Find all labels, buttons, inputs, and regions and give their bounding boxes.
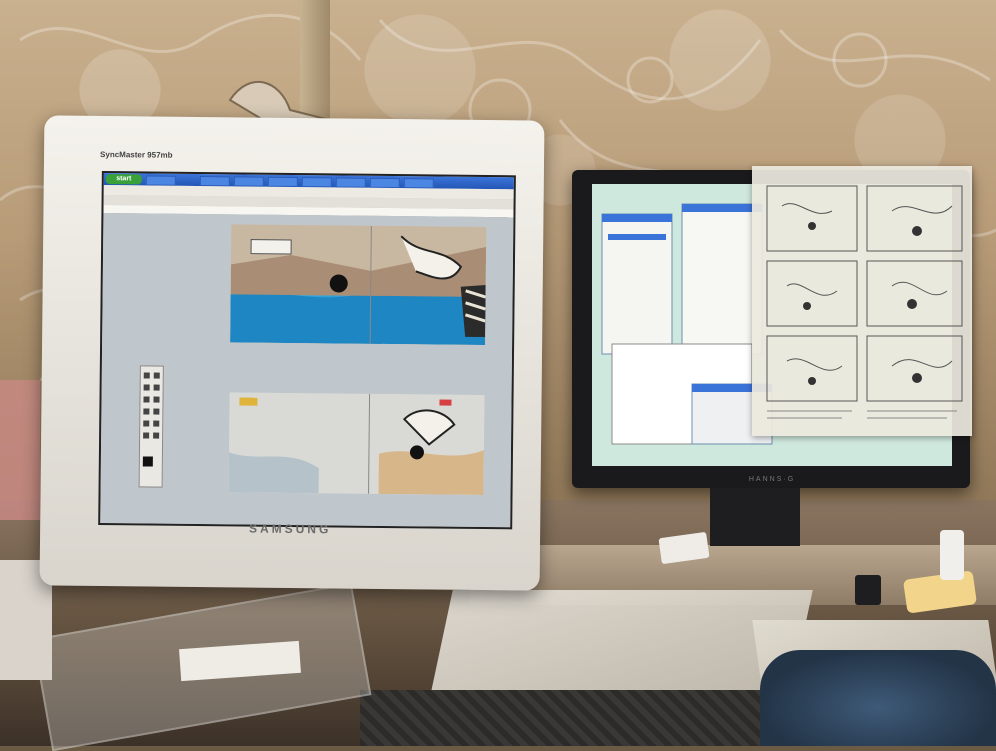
artwork-illustration bbox=[230, 225, 487, 346]
tools-panel[interactable] bbox=[138, 365, 164, 488]
taskbar-button[interactable] bbox=[233, 176, 264, 187]
taskbar-button[interactable] bbox=[199, 176, 230, 187]
artwork-page-bottom[interactable] bbox=[228, 392, 485, 496]
monitor-model-label: SyncMaster 957mb bbox=[100, 149, 173, 160]
taskbar-button[interactable] bbox=[301, 177, 332, 188]
document-canvas[interactable] bbox=[100, 213, 514, 528]
bottle bbox=[940, 530, 964, 580]
start-button[interactable]: start bbox=[105, 174, 142, 185]
artwork-illustration-2 bbox=[228, 392, 485, 496]
tool-icons bbox=[142, 372, 160, 467]
taskbar-button[interactable] bbox=[145, 175, 176, 186]
pink-object bbox=[0, 380, 40, 520]
taskbar-button[interactable] bbox=[369, 177, 400, 189]
storyboard-sketches bbox=[766, 185, 963, 419]
taskbar-button[interactable] bbox=[403, 178, 434, 189]
cutting-mat bbox=[360, 690, 760, 746]
monitor-stand bbox=[710, 488, 800, 546]
monitor-brand-label-right: HANNS·G bbox=[748, 476, 796, 483]
blue-bag bbox=[760, 650, 996, 746]
taskbar-button[interactable] bbox=[335, 177, 366, 188]
storyboard-sketch-sheet bbox=[752, 166, 972, 436]
taskbar-button[interactable] bbox=[267, 176, 298, 188]
phone bbox=[855, 575, 881, 605]
left-screen: start bbox=[98, 170, 516, 530]
left-monitor: SyncMaster 957mb start SAMSUNG bbox=[39, 115, 545, 591]
artwork-page-top[interactable] bbox=[230, 224, 487, 346]
